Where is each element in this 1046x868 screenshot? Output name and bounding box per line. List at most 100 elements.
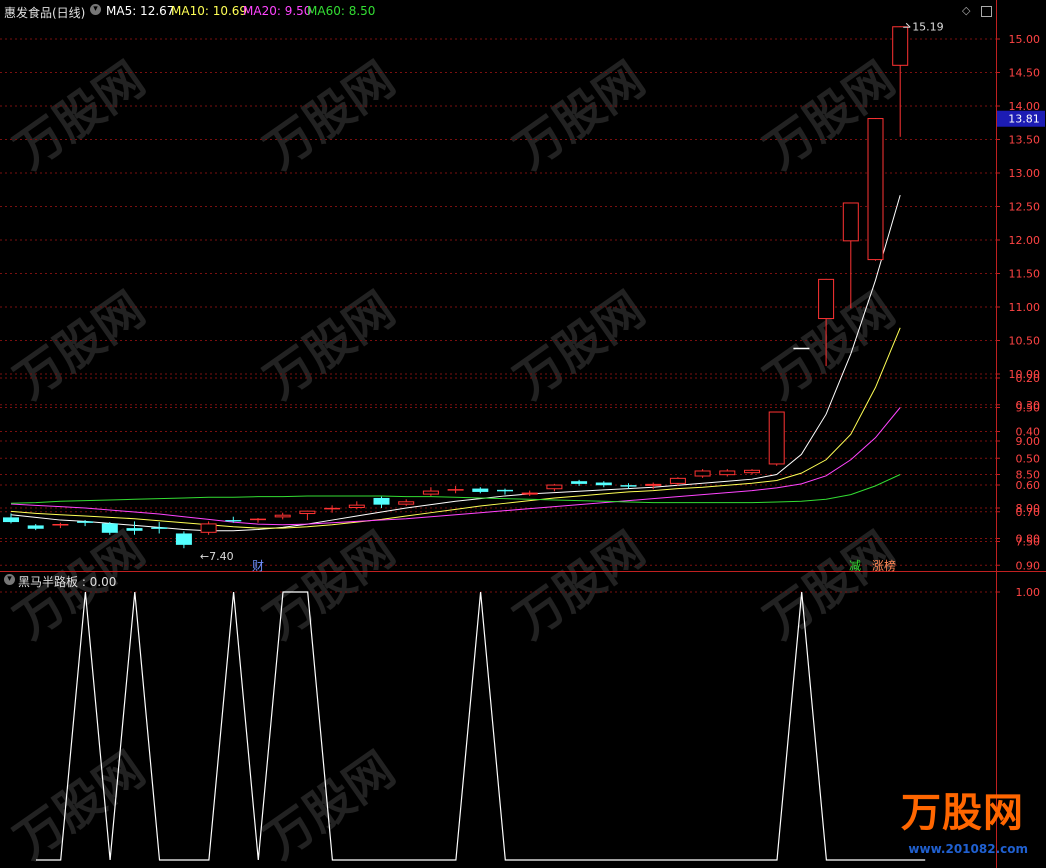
indicator-title: 黑马半路板 : 0.00 (18, 575, 117, 589)
candle (768, 411, 785, 466)
candle-body (645, 483, 662, 486)
candle-body (669, 477, 686, 484)
y-tick-label: 13.50 (1009, 134, 1041, 147)
candle-body (299, 510, 316, 515)
limit-up-marker[interactable]: 涨榜 (872, 557, 896, 574)
candle (175, 531, 192, 549)
candle (447, 485, 464, 494)
panel-toggle-icon[interactable] (981, 6, 992, 17)
candle (892, 26, 909, 137)
stock-title: 惠发食品(日线) (4, 6, 86, 20)
candle-body (398, 501, 415, 505)
y-tick-label: 13.00 (1009, 167, 1041, 180)
candle-body (571, 481, 588, 484)
y-tick-label: 0.90 (1016, 559, 1041, 572)
y-tick-label: 0.70 (1016, 506, 1041, 519)
watermark-text: 万股网 (255, 741, 405, 868)
candle (571, 479, 588, 486)
y-tick-label: 1.00 (1016, 586, 1041, 599)
candle (52, 522, 69, 529)
brand-url: www.201082.com (908, 842, 1028, 856)
ma5-legend: MA5: 12.67 (106, 4, 175, 18)
stock-chart-canvas: 万股网 万股网 万股网 万股网万股网 万股网 万股网 万股网万股网 万股网 万股网 万股网万股网万… (0, 0, 1046, 868)
y-tick-label: 11.00 (1009, 301, 1041, 314)
candle (250, 518, 266, 523)
y-tick-label: 15.00 (1009, 33, 1041, 46)
watermark-text: 万股网 (505, 281, 655, 409)
candle-body (101, 523, 118, 533)
candle-body (225, 520, 242, 522)
candle-body (348, 504, 365, 508)
ma10-legend: MA10: 10.69 (171, 4, 248, 18)
ma20-legend: MA20: 9.50 (243, 4, 312, 18)
candle-body (867, 118, 884, 261)
watermark-text: 万股网 (505, 51, 655, 179)
reduce-marker[interactable]: 减 (849, 557, 861, 574)
candle-body (892, 26, 909, 66)
candle-body (768, 411, 785, 465)
chevron-down-icon[interactable]: ▾ (90, 4, 101, 15)
y-tick-label: 0.50 (1016, 452, 1041, 465)
y-tick-label: 10.50 (1009, 335, 1041, 348)
watermark-text: 万股网 (5, 51, 155, 179)
candle-body (546, 484, 563, 490)
watermark-text: 万股网 (5, 741, 155, 868)
low-price-label: ←7.40 (200, 550, 234, 563)
candle (645, 482, 662, 490)
candle-body (422, 490, 439, 495)
y-tick-label: 0.60 (1016, 479, 1041, 492)
chevron-down-icon[interactable]: ▾ (4, 574, 15, 585)
y-tick-label: 12.00 (1009, 234, 1041, 247)
watermark-text: 万股网 (755, 521, 905, 649)
candle (27, 524, 44, 531)
candle (694, 469, 711, 478)
current-price-label: 13.81 (1008, 113, 1040, 126)
candle (595, 481, 612, 488)
candle (521, 490, 538, 496)
ma60-legend: MA60: 8.50 (307, 4, 376, 18)
watermark-text: 万股网 (255, 51, 405, 179)
finance-marker[interactable]: 财 (252, 557, 264, 574)
y-tick-label: 0.20 (1016, 372, 1041, 385)
candle (546, 483, 563, 492)
candle (719, 469, 736, 477)
high-price-label: 15.19 (912, 20, 944, 33)
candle-body (595, 482, 612, 486)
y-tick-label: 12.50 (1009, 201, 1041, 214)
candle (200, 521, 217, 535)
candle (274, 512, 291, 520)
candle-body (694, 470, 711, 477)
candle (497, 488, 513, 495)
candle (472, 487, 489, 494)
diamond-icon[interactable]: ◇ (962, 4, 970, 17)
candle (422, 487, 439, 496)
candle-body (744, 469, 760, 474)
candle-body (373, 497, 390, 505)
candle (867, 118, 884, 261)
candle (299, 510, 316, 521)
y-tick-label: 11.50 (1009, 268, 1041, 281)
candle (744, 469, 760, 475)
candle-body (200, 523, 217, 533)
candle-body (126, 528, 143, 531)
y-tick-label: 0.40 (1016, 426, 1041, 439)
brand-logo: 万股网 (901, 790, 1024, 836)
candle-body (274, 514, 291, 518)
candle (151, 522, 168, 534)
candle (373, 496, 390, 508)
y-tick-label: 0.80 (1016, 533, 1041, 546)
watermark-text: 万股网 (255, 521, 405, 649)
candle (398, 499, 415, 506)
watermark-text: 万股网 (5, 281, 155, 409)
y-tick-label: 14.50 (1009, 67, 1041, 80)
candle-body (719, 470, 736, 476)
candle-body (175, 533, 192, 545)
candle-body (818, 278, 835, 320)
candle-body (3, 517, 19, 523)
candle-body (842, 202, 859, 242)
candle-body (472, 488, 489, 492)
watermark-text: 万股网 (255, 281, 405, 409)
candle-body (521, 492, 538, 495)
watermark-text: 万股网 (505, 521, 655, 649)
ma-line-ma20 (10, 407, 901, 526)
